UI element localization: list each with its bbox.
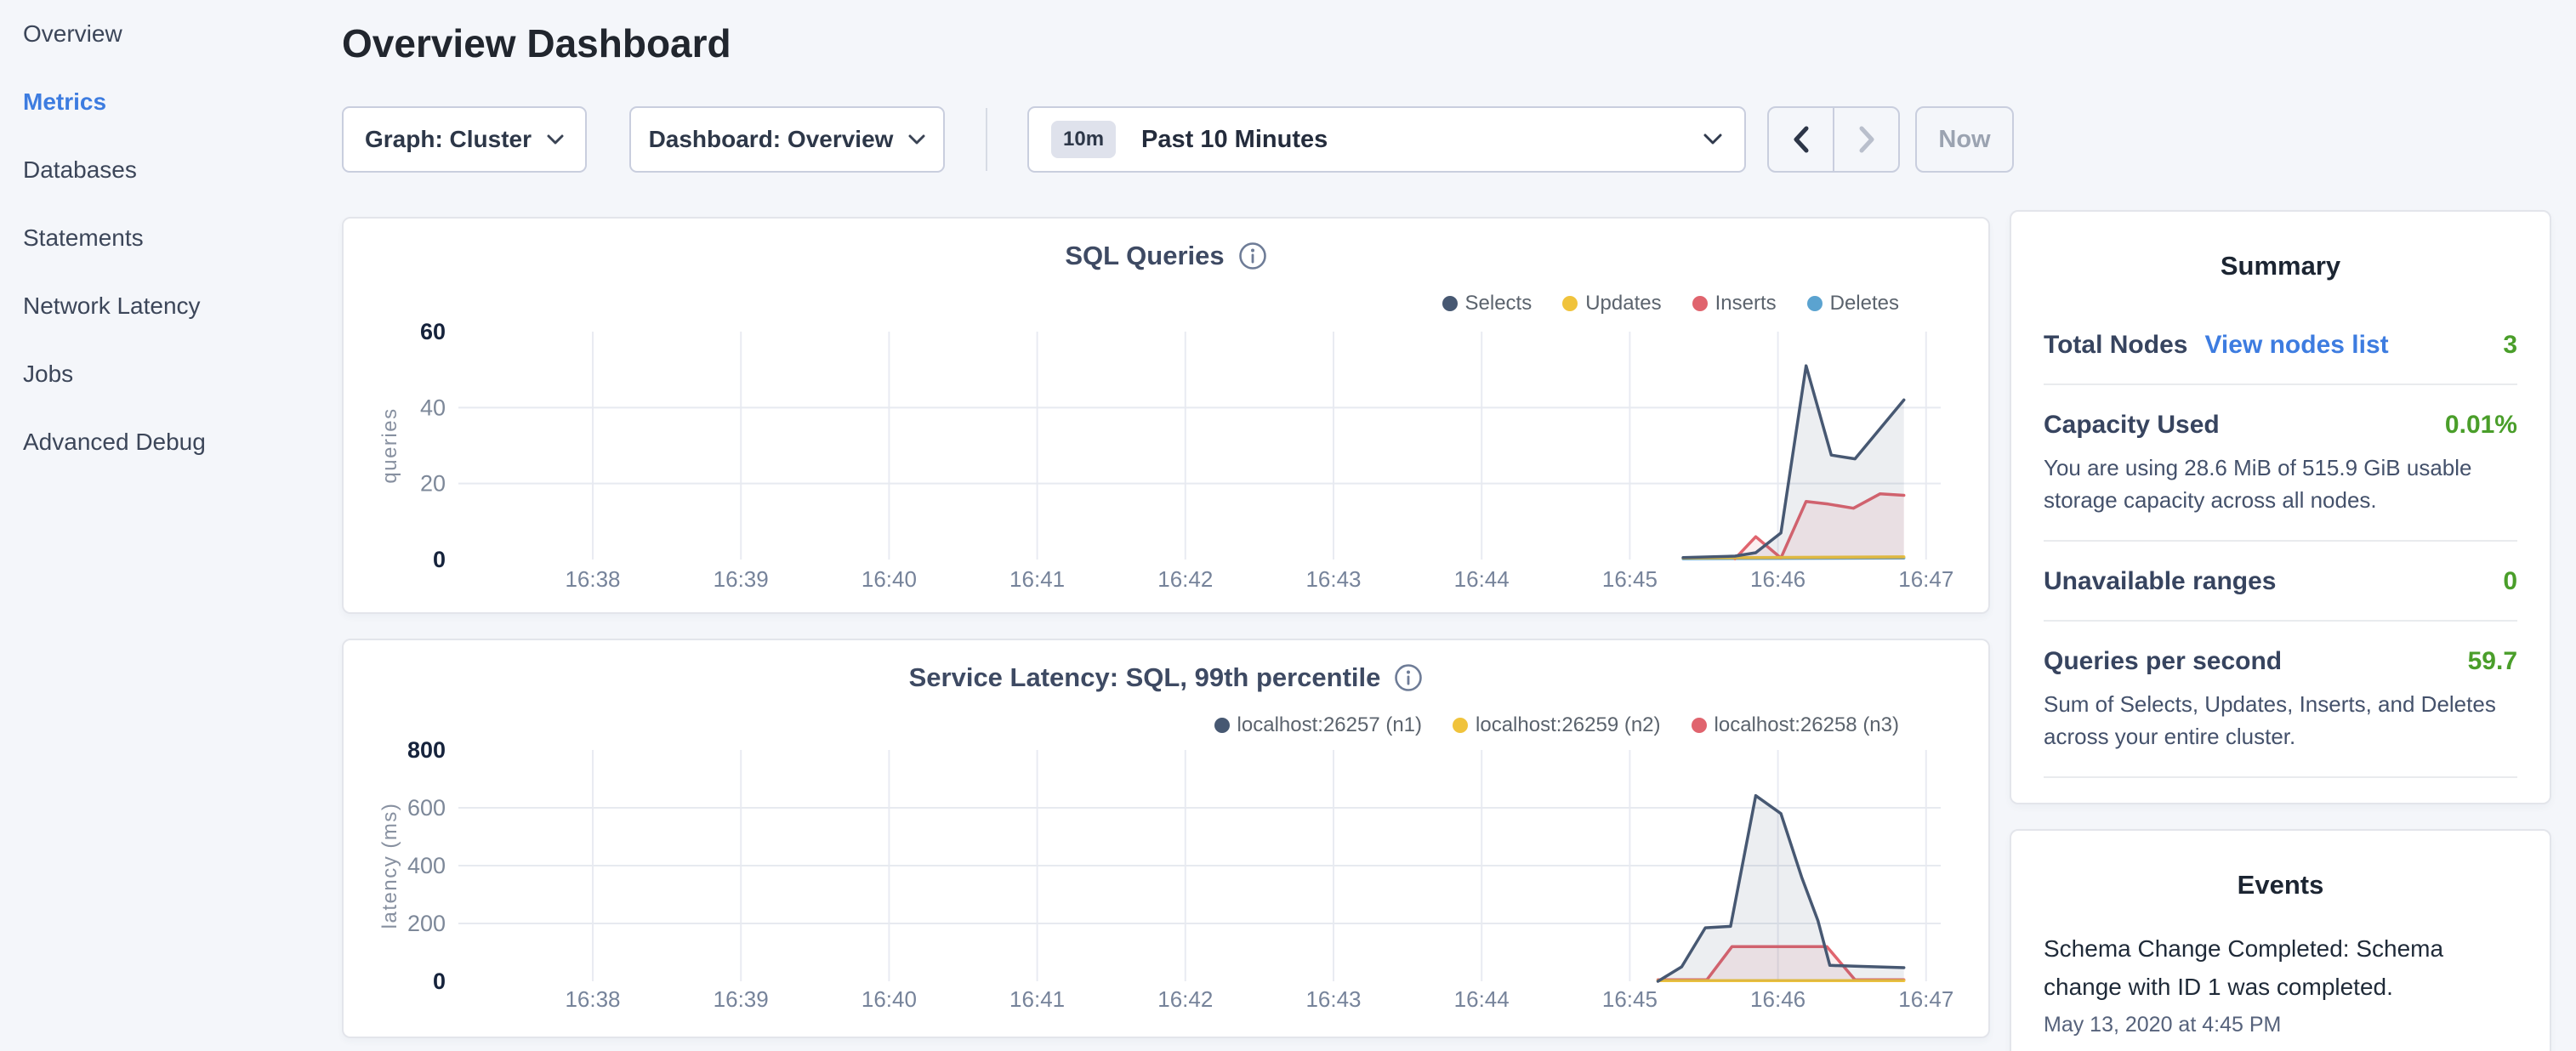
- summary-row-value: 59.7: [2468, 647, 2517, 676]
- service-latency-chart[interactable]: 16:38 16:39 16:40 16:41 16:42 16:43 16:44 16:45…: [344, 640, 1992, 1040]
- summary-row-label: Queries per second: [2044, 647, 2282, 676]
- graph-dropdown-label: Graph: Cluster: [365, 126, 532, 153]
- chevron-down-icon: [1703, 134, 1722, 145]
- sidebar-item-statements[interactable]: Statements: [0, 204, 342, 272]
- chevron-down-icon: [547, 134, 564, 145]
- sidebar-item-databases[interactable]: Databases: [0, 136, 342, 204]
- svg-text:16:42: 16:42: [1157, 986, 1213, 1012]
- service-latency-card: Service Latency: SQL, 99th percentile lo…: [342, 639, 1990, 1038]
- svg-text:16:38: 16:38: [565, 566, 620, 592]
- svg-text:16:47: 16:47: [1898, 566, 1953, 592]
- svg-text:40: 40: [420, 395, 446, 420]
- summary-row-total-nodes: Total Nodes View nodes list 3: [2044, 305, 2517, 383]
- sidebar-item-jobs[interactable]: Jobs: [0, 340, 342, 408]
- time-range-label: Past 10 Minutes: [1141, 126, 1328, 154]
- svg-text:20: 20: [420, 471, 446, 497]
- summary-panel: Summary Total Nodes View nodes list 3 Ca…: [2010, 210, 2551, 804]
- events-panel: Events Schema Change Completed: Schema c…: [2010, 829, 2551, 1051]
- svg-text:16:43: 16:43: [1305, 986, 1361, 1012]
- summary-title: Summary: [2011, 251, 2550, 281]
- sidebar-item-metrics[interactable]: Metrics: [0, 68, 342, 136]
- svg-text:16:47: 16:47: [1898, 986, 1953, 1012]
- summary-row-label: Capacity Used: [2044, 411, 2220, 440]
- chevron-right-icon: [1854, 122, 1879, 156]
- svg-text:16:39: 16:39: [714, 566, 769, 592]
- svg-text:16:45: 16:45: [1602, 986, 1658, 1012]
- svg-text:16:44: 16:44: [1454, 986, 1510, 1012]
- event-text: Schema Change Completed: Schema change w…: [2044, 929, 2517, 1006]
- dashboard-dropdown[interactable]: Dashboard: Overview: [629, 106, 945, 173]
- svg-text:0: 0: [433, 969, 446, 994]
- summary-row-value: 0.01%: [2445, 411, 2517, 440]
- sidebar: Overview Metrics Databases Statements Ne…: [0, 0, 342, 1051]
- event-date: May 13, 2020 at 4:45 PM: [2044, 1013, 2517, 1037]
- svg-text:latency (ms): latency (ms): [378, 803, 401, 929]
- sidebar-item-network-latency[interactable]: Network Latency: [0, 272, 342, 340]
- svg-text:16:41: 16:41: [1009, 566, 1065, 592]
- svg-text:queries: queries: [378, 407, 401, 483]
- time-step-buttons: [1767, 106, 1900, 173]
- svg-text:800: 800: [407, 737, 446, 763]
- svg-text:16:45: 16:45: [1602, 566, 1658, 592]
- time-range-badge: 10m: [1051, 121, 1116, 158]
- sidebar-item-overview[interactable]: Overview: [0, 0, 342, 68]
- event-list-item[interactable]: Schema Change Completed: Schema change w…: [2044, 929, 2517, 1037]
- svg-text:400: 400: [407, 853, 446, 878]
- svg-text:16:40: 16:40: [862, 986, 917, 1012]
- svg-text:200: 200: [407, 911, 446, 936]
- summary-row-unavailable-ranges: Unavailable ranges 0: [2044, 540, 2517, 620]
- svg-text:16:39: 16:39: [714, 986, 769, 1012]
- next-time-button[interactable]: [1834, 108, 1898, 171]
- summary-row-label: Total Nodes: [2044, 331, 2187, 360]
- view-nodes-list-link[interactable]: View nodes list: [2204, 331, 2388, 360]
- toolbar-divider: [986, 108, 987, 171]
- svg-text:16:43: 16:43: [1305, 566, 1361, 592]
- time-range-selector[interactable]: 10m Past 10 Minutes: [1027, 106, 1746, 173]
- graph-dropdown[interactable]: Graph: Cluster: [342, 106, 587, 173]
- svg-text:16:46: 16:46: [1750, 986, 1805, 1012]
- page-title: Overview Dashboard: [342, 20, 731, 66]
- summary-row-description: Sum of Selects, Updates, Inserts, and De…: [2044, 688, 2517, 753]
- svg-text:16:40: 16:40: [862, 566, 917, 592]
- summary-row-capacity-used: Capacity Used 0.01% You are using 28.6 M…: [2044, 383, 2517, 540]
- summary-row-value: 0: [2503, 567, 2517, 596]
- chevron-down-icon: [908, 134, 925, 145]
- dashboard-dropdown-label: Dashboard: Overview: [649, 126, 894, 153]
- svg-text:60: 60: [420, 319, 446, 344]
- svg-text:16:41: 16:41: [1009, 986, 1065, 1012]
- sql-queries-card: SQL Queries Selects Updates Inserts Dele…: [342, 217, 1990, 614]
- summary-row-p99-latency: P99 latency 46.1 ms: [2044, 776, 2517, 804]
- svg-text:0: 0: [433, 547, 446, 572]
- summary-row-label: Unavailable ranges: [2044, 567, 2276, 596]
- svg-text:600: 600: [407, 795, 446, 821]
- svg-text:16:38: 16:38: [565, 986, 620, 1012]
- svg-text:16:44: 16:44: [1454, 566, 1510, 592]
- sidebar-item-advanced-debug[interactable]: Advanced Debug: [0, 408, 342, 476]
- now-button[interactable]: Now: [1915, 106, 2014, 173]
- svg-text:16:46: 16:46: [1750, 566, 1805, 592]
- chevron-left-icon: [1788, 122, 1814, 156]
- sql-queries-chart[interactable]: 16:38 16:39 16:40 16:41 16:42 16:43 16:44 16:45…: [344, 219, 1992, 616]
- previous-time-button[interactable]: [1769, 108, 1834, 171]
- events-title: Events: [2011, 870, 2550, 900]
- summary-row-description: You are using 28.6 MiB of 515.9 GiB usab…: [2044, 452, 2517, 516]
- summary-row-queries-per-second: Queries per second 59.7 Sum of Selects, …: [2044, 620, 2517, 776]
- summary-row-value: 3: [2503, 331, 2517, 360]
- svg-text:16:42: 16:42: [1157, 566, 1213, 592]
